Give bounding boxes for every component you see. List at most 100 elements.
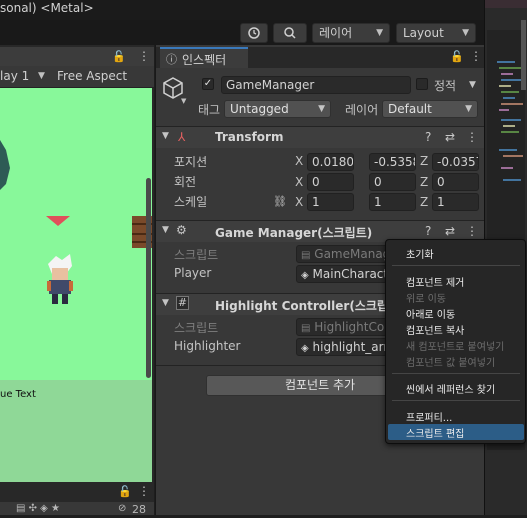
- lock-icon[interactable]: 🔓: [118, 485, 132, 498]
- scale-x-field[interactable]: 1: [307, 193, 354, 211]
- game-viewport[interactable]: [0, 88, 152, 380]
- tag-dropdown[interactable]: Untagged ▼: [224, 100, 331, 118]
- player-field[interactable]: ◈ MainCharacte: [296, 265, 388, 283]
- highlight-script-value: HighlightCont: [314, 320, 387, 334]
- title-bar: sonal) <Metal>: [0, 0, 484, 20]
- scale-label: 스케일: [174, 195, 208, 209]
- game-control-bar: lay 1 ▼ Free Aspect: [0, 66, 154, 88]
- chevron-down-icon: ▼: [376, 28, 383, 38]
- layers-dropdown-label: 레이어: [319, 26, 353, 40]
- rotation-y-field[interactable]: 0: [369, 173, 416, 191]
- transform-header[interactable]: ▼ ⅄ Transform ? ⇄ ⋮: [156, 126, 484, 148]
- menu-item-copy-component[interactable]: 컴포넌트 복사: [406, 322, 464, 337]
- layout-dropdown-label: Layout: [403, 26, 444, 40]
- position-label: 포지션: [174, 155, 208, 169]
- history-icon: [248, 27, 260, 39]
- menu-item-paste-values: 컴포넌트 값 붙여넣기: [406, 358, 496, 369]
- layer-label: 레이어: [345, 103, 379, 117]
- bottom-tab-bar: 🔓 ⋮: [0, 482, 154, 502]
- search-icon: [284, 27, 296, 39]
- lock-icon[interactable]: 🔓: [112, 50, 126, 63]
- menu-item-reset[interactable]: 초기화: [406, 246, 434, 261]
- player-value: MainCharacte: [312, 267, 388, 281]
- layers-dropdown[interactable]: 레이어 ▼: [312, 23, 390, 43]
- game-tab-bar: 🔓 ⋮: [0, 47, 154, 66]
- game-manager-title: Game Manager(스크립트): [215, 226, 373, 240]
- highlighter-field[interactable]: ◈ highlight_arro: [296, 338, 388, 356]
- gameobject-icon: ◈: [301, 270, 309, 281]
- position-z-field[interactable]: -0.0357: [432, 153, 479, 171]
- eye-hidden-icon[interactable]: ⊘: [118, 503, 126, 514]
- inspector-tab-bar: ⓘ 인스펙터 🔓 ⋮: [156, 47, 484, 68]
- menu-item-edit-script[interactable]: 스크립트 편집: [406, 425, 464, 440]
- object-name-input[interactable]: GameManager: [221, 76, 411, 94]
- info-icon: ⓘ: [166, 53, 177, 66]
- gameobject-icon[interactable]: ▼: [162, 76, 192, 107]
- context-menu: 초기화 컴포넌트 제거 위로 이동 아래로 이동 컴포넌트 복사 새 컴포넌트로…: [385, 239, 526, 444]
- presets-icon[interactable]: ⇄: [445, 130, 455, 144]
- lock-icon[interactable]: 🔓: [450, 50, 464, 63]
- help-icon[interactable]: ?: [425, 130, 431, 144]
- gameobject-icon: ◈: [301, 343, 309, 354]
- more-options-icon[interactable]: ⋮: [138, 49, 150, 63]
- fold-arrow-icon[interactable]: ▼: [162, 131, 169, 141]
- script-icon: #: [176, 296, 189, 310]
- aspect-dropdown[interactable]: Free Aspect: [57, 69, 127, 83]
- fold-arrow-icon[interactable]: ▼: [162, 298, 169, 308]
- rotation-z-field[interactable]: 0: [432, 173, 479, 191]
- chevron-down-icon: ▼: [462, 28, 469, 38]
- chevron-down-icon[interactable]: ▼: [469, 80, 476, 90]
- svg-text:▼: ▼: [181, 97, 187, 104]
- more-options-icon[interactable]: ⋮: [138, 484, 150, 498]
- plant-sprite: [0, 140, 10, 190]
- gear-icon: ⚙: [176, 223, 187, 237]
- script-file-icon: ▤: [301, 323, 311, 334]
- bottom-panel-bar: 🔓 ⋮ ▤ ✣ ◈ ★ ⊘ 28: [0, 482, 154, 516]
- menu-item-find-references[interactable]: 씬에서 레퍼런스 찾기: [406, 381, 495, 396]
- more-options-icon[interactable]: ⋮: [466, 224, 478, 238]
- highlight-controller-title: Highlight Controller(스크립트): [215, 299, 405, 313]
- display-dropdown[interactable]: lay 1: [0, 69, 29, 83]
- tab-inspector[interactable]: ⓘ 인스펙터: [160, 47, 248, 68]
- transform-title: Transform: [215, 130, 284, 144]
- layer-dropdown[interactable]: Default ▼: [382, 100, 478, 118]
- chevron-down-icon: ▼: [465, 104, 472, 114]
- layer-value: Default: [388, 102, 432, 116]
- hidden-count: 28: [132, 503, 146, 516]
- position-y-field[interactable]: -0.5358: [369, 153, 416, 171]
- more-options-icon[interactable]: ⋮: [466, 130, 478, 144]
- game-scrollbar[interactable]: [146, 178, 151, 378]
- menu-item-move-up: 위로 이동: [406, 294, 446, 305]
- layout-dropdown[interactable]: Layout ▼: [396, 23, 476, 43]
- menu-separator: [392, 265, 520, 266]
- search-button[interactable]: [273, 23, 307, 43]
- scale-z-field[interactable]: 1: [432, 193, 479, 211]
- presets-icon[interactable]: ⇄: [445, 224, 455, 238]
- history-button[interactable]: [240, 23, 268, 43]
- axis-x-label: X: [295, 154, 304, 168]
- static-label: 정적: [434, 79, 457, 93]
- axis-x-label: X: [295, 195, 304, 209]
- axis-z-label: Z: [420, 154, 429, 168]
- game-manager-script-field: ▤ GameManage: [296, 245, 388, 263]
- fold-arrow-icon[interactable]: ▼: [162, 225, 169, 235]
- link-icon[interactable]: ⛓: [273, 195, 287, 208]
- scale-y-field[interactable]: 1: [369, 193, 416, 211]
- menu-separator: [392, 373, 520, 374]
- rotation-x-field[interactable]: 0: [307, 173, 354, 191]
- game-text-area: ue Text: [0, 380, 152, 482]
- static-checkbox[interactable]: [416, 78, 428, 90]
- toolbar-icons[interactable]: ▤ ✣ ◈ ★: [16, 503, 60, 514]
- script-file-icon: ▤: [301, 250, 311, 261]
- highlighter-label: Highlighter: [174, 339, 241, 353]
- window-title: sonal) <Metal>: [0, 1, 94, 15]
- active-checkbox[interactable]: ✓: [202, 78, 214, 90]
- axis-x-label: X: [295, 175, 304, 189]
- menu-item-move-down[interactable]: 아래로 이동: [406, 306, 455, 321]
- position-x-field[interactable]: 0.0180: [307, 153, 354, 171]
- help-icon[interactable]: ?: [425, 224, 431, 238]
- menu-item-properties[interactable]: 프로퍼티...: [406, 409, 452, 424]
- more-options-icon[interactable]: ⋮: [470, 49, 482, 63]
- script-label: 스크립트: [174, 321, 219, 335]
- menu-item-remove-component[interactable]: 컴포넌트 제거: [406, 274, 464, 289]
